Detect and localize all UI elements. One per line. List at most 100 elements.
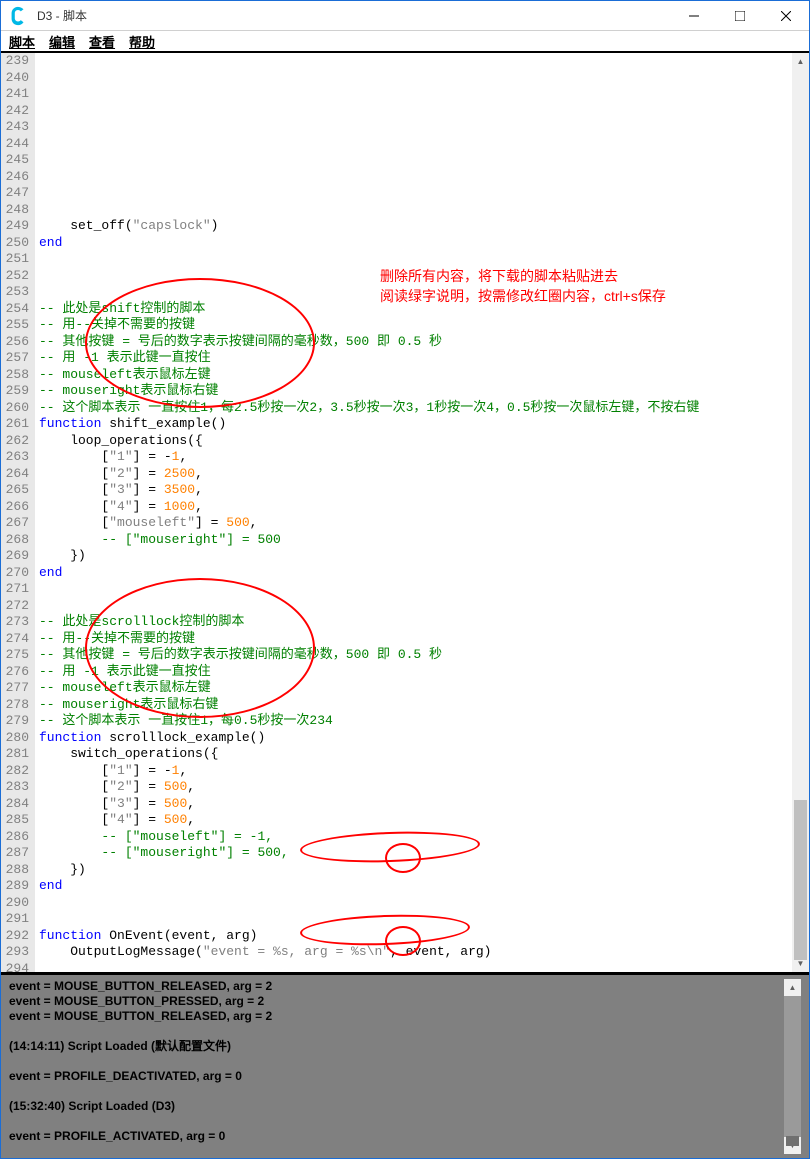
line-number: 250 <box>5 235 29 252</box>
code-line[interactable]: }) <box>39 548 792 565</box>
titlebar[interactable]: D3 - 脚本 <box>1 1 809 31</box>
code-line[interactable]: ["4"] = 500, <box>39 812 792 829</box>
code-line[interactable] <box>39 581 792 598</box>
console-text[interactable]: event = MOUSE_BUTTON_RELEASED, arg = 2 e… <box>9 979 784 1154</box>
code-line[interactable]: end <box>39 878 792 895</box>
line-number: 257 <box>5 350 29 367</box>
code-line[interactable]: -- 这个脚本表示 一直按住1，每2.5秒按一次2，3.5秒按一次3，1秒按一次… <box>39 400 792 417</box>
line-number: 263 <box>5 449 29 466</box>
line-number: 281 <box>5 746 29 763</box>
line-number: 254 <box>5 301 29 318</box>
line-number: 272 <box>5 598 29 615</box>
code-line[interactable]: function scrolllock_example() <box>39 730 792 747</box>
menu-script[interactable]: 脚本 <box>9 32 35 51</box>
line-number: 264 <box>5 466 29 483</box>
code-line[interactable]: -- 此处是scrolllock控制的脚本 <box>39 614 792 631</box>
line-number: 256 <box>5 334 29 351</box>
minimize-button[interactable] <box>671 1 717 31</box>
line-number: 274 <box>5 631 29 648</box>
code-line[interactable]: -- mouseleft表示鼠标左键 <box>39 367 792 384</box>
console-scroll-track[interactable] <box>784 996 801 1137</box>
line-number: 284 <box>5 796 29 813</box>
code-line[interactable]: OutputLogMessage("event = %s, arg = %s\n… <box>39 944 792 961</box>
maximize-button[interactable] <box>717 1 763 31</box>
code-line[interactable]: -- mouseleft表示鼠标左键 <box>39 680 792 697</box>
line-number: 251 <box>5 251 29 268</box>
code-line[interactable]: ["1"] = -1, <box>39 763 792 780</box>
line-number: 259 <box>5 383 29 400</box>
line-number: 262 <box>5 433 29 450</box>
code-line[interactable] <box>39 895 792 912</box>
line-number: 276 <box>5 664 29 681</box>
code-line[interactable]: ["2"] = 2500, <box>39 466 792 483</box>
code-line[interactable]: -- mouseright表示鼠标右键 <box>39 697 792 714</box>
vertical-scrollbar[interactable]: ▲ ▼ <box>792 53 809 972</box>
code-line[interactable]: function shift_example() <box>39 416 792 433</box>
line-number: 248 <box>5 202 29 219</box>
code-line[interactable]: -- ["mouseright"] = 500 <box>39 532 792 549</box>
line-number: 268 <box>5 532 29 549</box>
code-line[interactable]: -- 用--关掉不需要的按键 <box>39 317 792 334</box>
code-line[interactable]: ["mouseleft"] = 500, <box>39 515 792 532</box>
logitech-logo-icon <box>7 5 29 27</box>
code-line[interactable]: end <box>39 235 792 252</box>
code-line[interactable]: ["1"] = -1, <box>39 449 792 466</box>
code-line[interactable]: function OnEvent(event, arg) <box>39 928 792 945</box>
scroll-up-button[interactable]: ▲ <box>792 53 809 70</box>
line-number: 246 <box>5 169 29 186</box>
line-number: 260 <box>5 400 29 417</box>
line-number: 243 <box>5 119 29 136</box>
code-line[interactable]: ["4"] = 1000, <box>39 499 792 516</box>
line-number: 277 <box>5 680 29 697</box>
code-line[interactable] <box>39 961 792 973</box>
code-line[interactable]: -- 用 -1 表示此键一直按住 <box>39 664 792 681</box>
scroll-track[interactable] <box>792 70 809 955</box>
line-number: 275 <box>5 647 29 664</box>
line-number: 253 <box>5 284 29 301</box>
console-scroll-up[interactable]: ▲ <box>784 979 801 996</box>
line-number: 280 <box>5 730 29 747</box>
code-line[interactable]: -- 用--关掉不需要的按键 <box>39 631 792 648</box>
close-button[interactable] <box>763 1 809 31</box>
line-number: 270 <box>5 565 29 582</box>
menu-help[interactable]: 帮助 <box>129 32 155 51</box>
line-number: 269 <box>5 548 29 565</box>
line-number: 261 <box>5 416 29 433</box>
code-line[interactable]: ["3"] = 3500, <box>39 482 792 499</box>
code-line[interactable]: -- ["mouseleft"] = -1, <box>39 829 792 846</box>
code-line[interactable]: ["2"] = 500, <box>39 779 792 796</box>
code-line[interactable]: set_off("capslock") <box>39 218 792 235</box>
code-line[interactable]: -- 其他按键 = 号后的数字表示按键间隔的毫秒数，500 即 0.5 秒 <box>39 334 792 351</box>
code-line[interactable]: ["3"] = 500, <box>39 796 792 813</box>
line-number: 239 <box>5 53 29 70</box>
code-editor[interactable]: 2392402412422432442452462472482492502512… <box>1 53 792 972</box>
line-number: 294 <box>5 961 29 973</box>
line-number: 283 <box>5 779 29 796</box>
code-line[interactable] <box>39 911 792 928</box>
line-number: 279 <box>5 713 29 730</box>
code-line[interactable]: switch_operations({ <box>39 746 792 763</box>
menu-view[interactable]: 查看 <box>89 32 115 51</box>
code-line[interactable]: end <box>39 565 792 582</box>
code-line[interactable]: }) <box>39 862 792 879</box>
code-line[interactable]: -- ["mouseright"] = 500, <box>39 845 792 862</box>
menu-edit[interactable]: 编辑 <box>49 32 75 51</box>
line-number: 278 <box>5 697 29 714</box>
scroll-thumb[interactable] <box>794 800 807 960</box>
code-line[interactable]: loop_operations({ <box>39 433 792 450</box>
annotation-text-2: 阅读绿字说明，按需修改红圈内容，ctrl+s保存 <box>380 288 666 305</box>
line-number: 241 <box>5 86 29 103</box>
line-number: 249 <box>5 218 29 235</box>
line-number: 252 <box>5 268 29 285</box>
code-line[interactable]: -- 其他按键 = 号后的数字表示按键间隔的毫秒数，500 即 0.5 秒 <box>39 647 792 664</box>
code-line[interactable]: -- 用 -1 表示此键一直按住 <box>39 350 792 367</box>
window-title: D3 - 脚本 <box>37 7 671 24</box>
code-content[interactable]: 删除所有内容，将下载的脚本粘贴进去 阅读绿字说明，按需修改红圈内容，ctrl+s… <box>35 53 792 972</box>
console-scrollbar[interactable]: ▲ ▼ <box>784 979 801 1154</box>
code-line[interactable] <box>39 251 792 268</box>
code-line[interactable]: -- 这个脚本表示 一直按住1，每0.5秒按一次234 <box>39 713 792 730</box>
console-scroll-thumb[interactable] <box>786 1136 799 1146</box>
code-line[interactable] <box>39 598 792 615</box>
code-line[interactable]: -- mouseright表示鼠标右键 <box>39 383 792 400</box>
line-number: 247 <box>5 185 29 202</box>
